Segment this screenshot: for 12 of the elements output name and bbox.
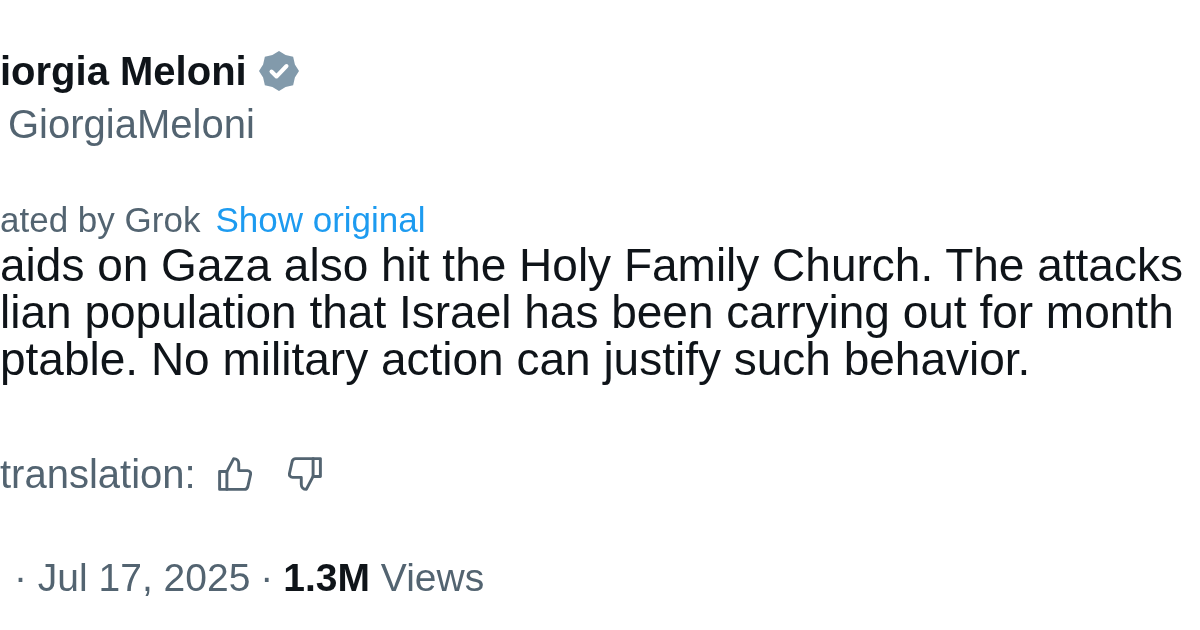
- translation-note: ated by Grok: [0, 199, 201, 241]
- thumbs-up-icon: [217, 456, 252, 492]
- view-count: 1.3M Views: [283, 555, 485, 601]
- author-name[interactable]: iorgia Meloni: [0, 47, 247, 95]
- thumbs-down-button[interactable]: [287, 456, 322, 492]
- author-handle[interactable]: GiorgiaMeloni: [8, 102, 255, 146]
- separator: ·: [260, 555, 274, 601]
- tweet-text-line: aids on Gaza also hit the Holy Family Church. The attacks: [0, 242, 1183, 289]
- thumbs-down-icon: [287, 456, 322, 492]
- rate-translation-label: translation:: [0, 451, 196, 498]
- post-timestamp[interactable]: · Jul 17, 2025: [14, 554, 251, 602]
- thumbs-up-button[interactable]: [217, 456, 252, 492]
